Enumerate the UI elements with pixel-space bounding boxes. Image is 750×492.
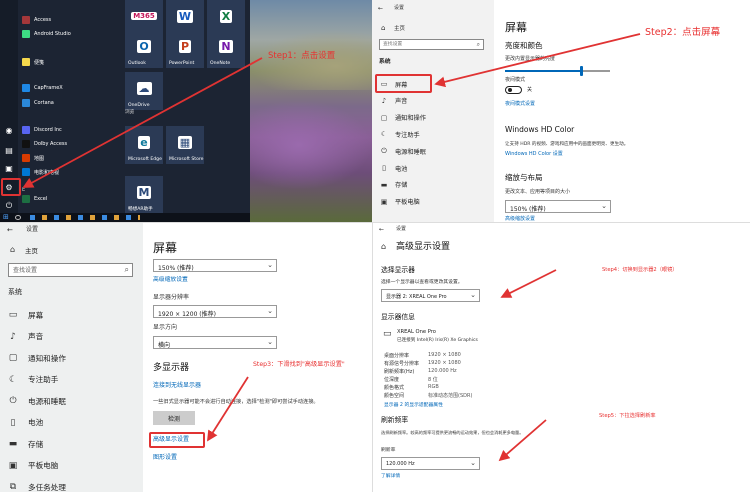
annotation-arrows <box>22 33 641 462</box>
step4-arrow <box>500 269 557 298</box>
step5-arrow <box>498 419 547 462</box>
step3-arrow <box>207 376 249 442</box>
step1-arrow <box>22 57 263 188</box>
step2-arrow <box>434 33 641 88</box>
